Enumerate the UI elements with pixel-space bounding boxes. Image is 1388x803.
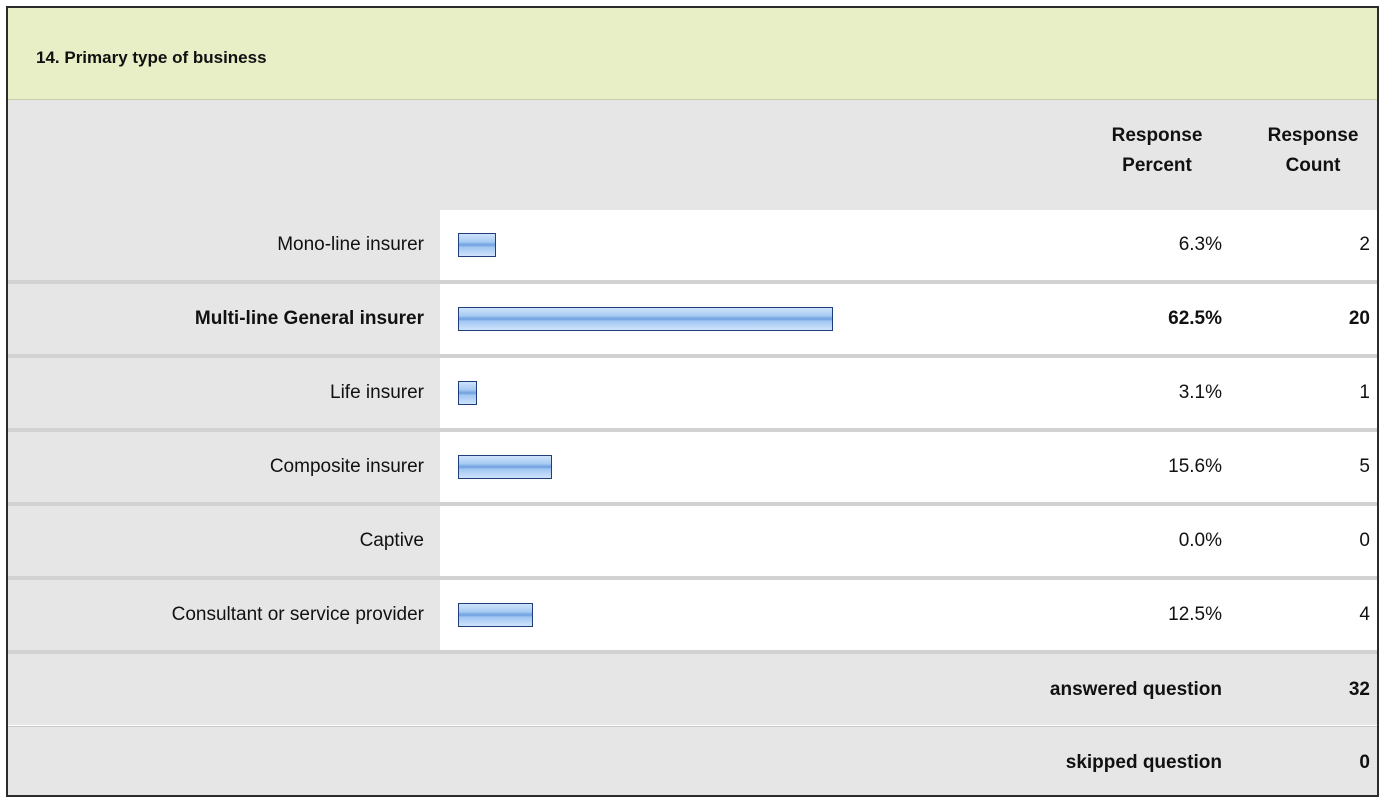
bar-track xyxy=(458,381,1058,407)
row-label-cell: Consultant or service provider xyxy=(8,580,440,650)
response-percent: 15.6% xyxy=(1168,456,1222,477)
bar-mark xyxy=(458,455,552,479)
skipped-question-count: 0 xyxy=(1359,752,1370,773)
response-percent-header-line1: Response xyxy=(1111,125,1203,146)
response-count: 4 xyxy=(1359,604,1370,625)
row-label-cell: Life insurer xyxy=(8,358,440,428)
row-label: Composite insurer xyxy=(269,456,424,477)
bar-mark xyxy=(458,233,496,257)
bar-track xyxy=(458,603,1058,629)
column-header-row: Response Percent Response Count xyxy=(8,100,1377,210)
response-row: Consultant or service provider 12.5% 4 xyxy=(8,580,1377,650)
bar-mark xyxy=(458,307,833,331)
response-row: Multi-line General insurer 62.5% 20 xyxy=(8,284,1377,354)
response-count: 1 xyxy=(1359,382,1370,403)
bar-mark xyxy=(458,381,477,405)
skipped-question-row: skipped question 0 xyxy=(8,727,1377,795)
response-count-header-line2: Count xyxy=(1285,155,1341,176)
response-count: 2 xyxy=(1359,234,1370,255)
response-percent: 12.5% xyxy=(1168,604,1222,625)
response-count-header-line1: Response xyxy=(1267,125,1359,146)
answered-question-row: answered question 32 xyxy=(8,654,1377,725)
bar-mark xyxy=(458,603,533,627)
row-label: Multi-line General insurer xyxy=(194,308,424,329)
response-percent: 6.3% xyxy=(1178,234,1222,255)
bar-track xyxy=(458,529,1058,555)
answered-question-label: answered question xyxy=(1049,679,1222,700)
response-count: 0 xyxy=(1359,530,1370,551)
skipped-question-label: skipped question xyxy=(1065,752,1222,773)
response-percent: 62.5% xyxy=(1168,308,1222,329)
response-row: Captive 0.0% 0 xyxy=(8,506,1377,576)
row-label: Consultant or service provider xyxy=(171,604,424,625)
row-label: Mono-line insurer xyxy=(277,234,424,255)
row-label: Life insurer xyxy=(330,382,424,403)
question-title: 14. Primary type of business xyxy=(36,48,267,67)
response-row: Mono-line insurer 6.3% 2 xyxy=(8,210,1377,280)
response-percent: 3.1% xyxy=(1178,382,1222,403)
response-percent-header: Response Percent xyxy=(1082,121,1232,181)
row-label-cell: Composite insurer xyxy=(8,432,440,502)
row-label-cell: Captive xyxy=(8,506,440,576)
bar-track xyxy=(458,307,1058,333)
response-percent: 0.0% xyxy=(1178,530,1222,551)
response-count: 20 xyxy=(1348,308,1370,329)
bar-track xyxy=(458,455,1058,481)
row-label-cell: Multi-line General insurer xyxy=(8,284,440,354)
bar-track xyxy=(458,233,1058,259)
survey-question-panel: 14. Primary type of business Response Pe… xyxy=(6,6,1379,797)
row-label-cell: Mono-line insurer xyxy=(8,210,440,280)
row-label: Captive xyxy=(359,530,424,551)
response-row: Life insurer 3.1% 1 xyxy=(8,358,1377,428)
question-title-bar: 14. Primary type of business xyxy=(8,8,1377,100)
answered-question-count: 32 xyxy=(1348,679,1370,700)
response-percent-header-line2: Percent xyxy=(1122,155,1192,176)
response-count: 5 xyxy=(1359,456,1370,477)
response-row: Composite insurer 15.6% 5 xyxy=(8,432,1377,502)
response-count-header: Response Count xyxy=(1248,121,1377,181)
